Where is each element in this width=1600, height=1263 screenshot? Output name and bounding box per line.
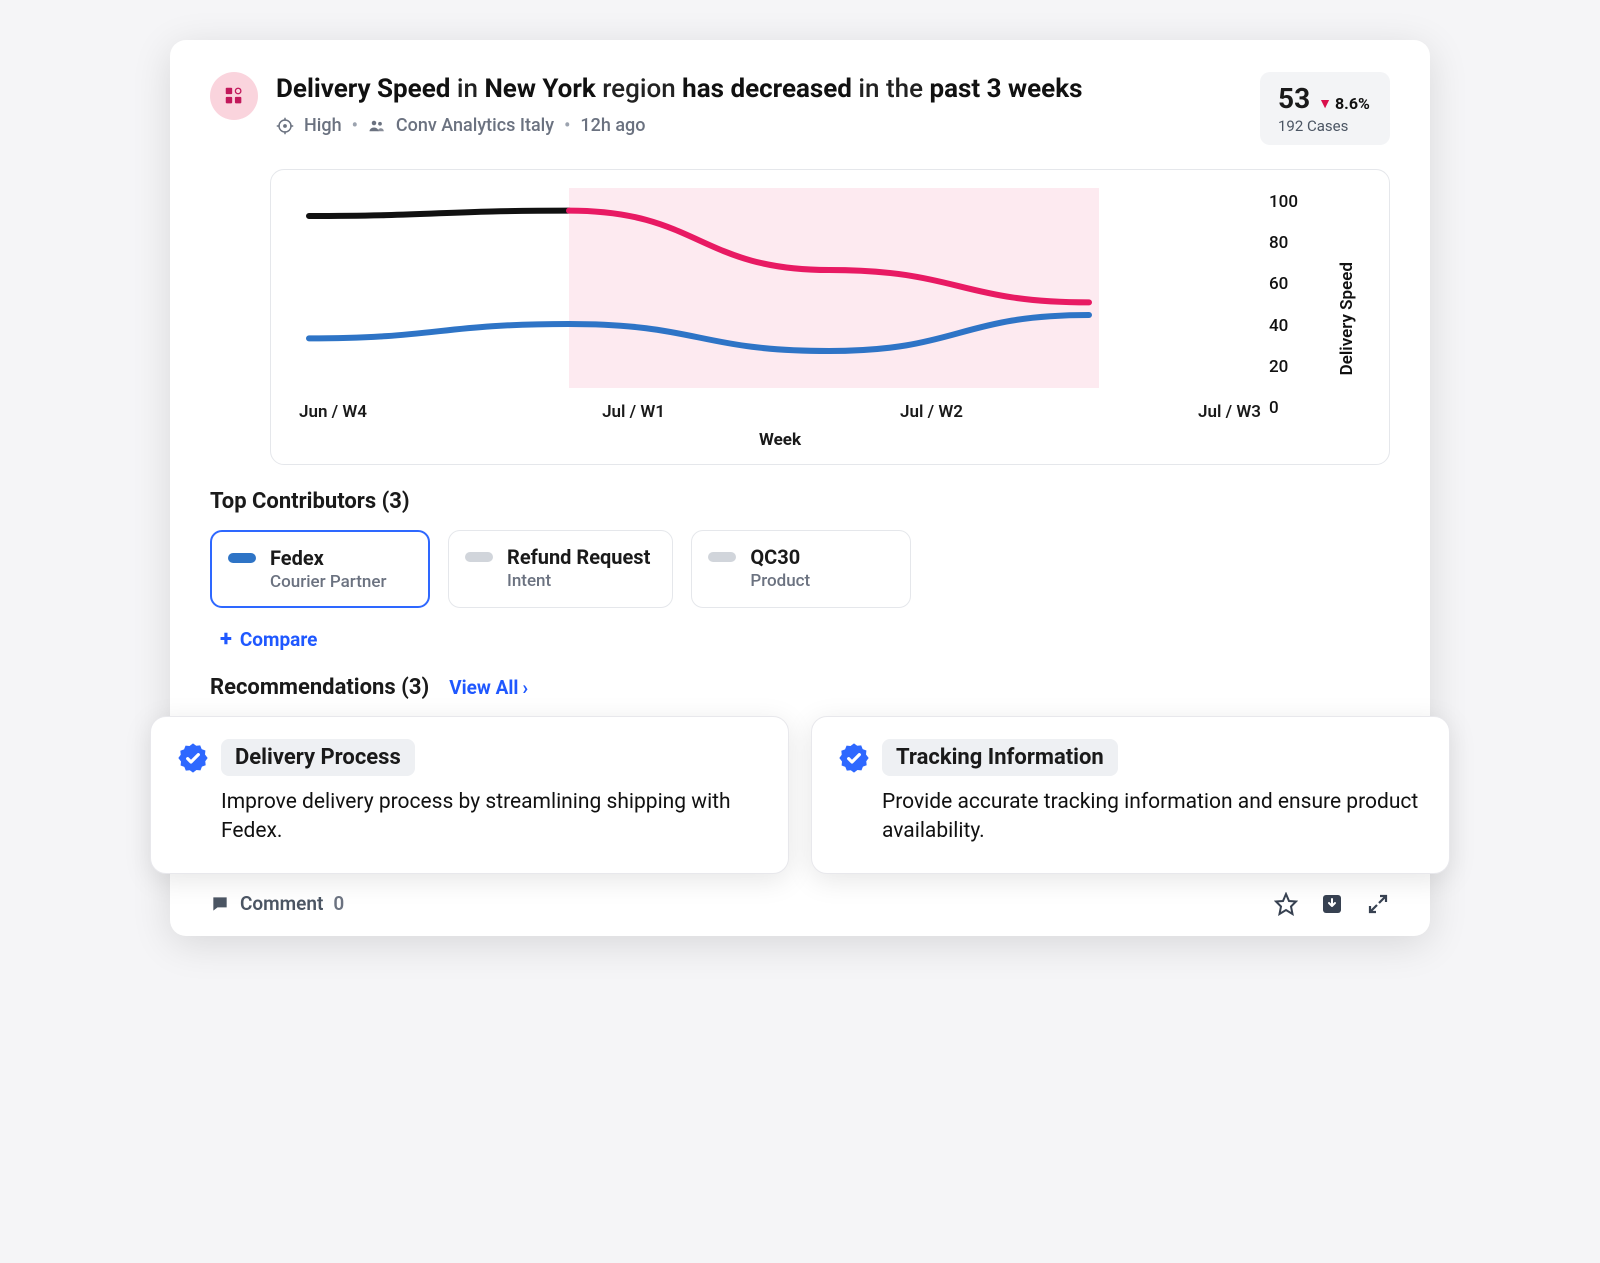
title-block: Delivery Speed in New York region has de…	[276, 72, 1242, 136]
contributor-sub: Product	[750, 571, 810, 591]
compare-button[interactable]: + Compare	[220, 628, 317, 651]
verified-badge-icon	[177, 742, 209, 774]
y-ticks: 100806040200	[1269, 188, 1325, 450]
recommendation-card[interactable]: Tracking Information Provide accurate tr…	[811, 716, 1450, 874]
meta-line: High • Conv Analytics Italy • 12h ago	[276, 115, 1242, 136]
expand-icon[interactable]	[1366, 892, 1390, 916]
team-label: Conv Analytics Italy	[396, 115, 554, 136]
chevron-right-icon: ›	[522, 676, 528, 699]
separator-dot: •	[352, 115, 358, 136]
y-axis-label: Delivery Speed	[1333, 262, 1361, 375]
insight-title: Delivery Speed in New York region has de…	[276, 72, 1242, 107]
verified-badge-icon	[838, 742, 870, 774]
x-ticks: Jun / W4Jul / W1Jul / W2Jul / W3	[299, 402, 1261, 422]
recommendation-body: Improve delivery process by streamlining…	[177, 788, 762, 847]
view-all-link[interactable]: View All ›	[449, 676, 528, 699]
score-delta: ▼ 8.6%	[1318, 94, 1370, 113]
series-color-pill	[708, 552, 736, 562]
star-icon[interactable]	[1274, 892, 1298, 916]
target-icon	[276, 117, 294, 135]
contributor-sub: Courier Partner	[270, 572, 386, 592]
team-icon	[368, 117, 386, 135]
priority-label: High	[304, 115, 342, 136]
contributor-name: Refund Request	[507, 545, 650, 569]
contributors-title: Top Contributors (3)	[210, 489, 1390, 514]
score-box: 53 ▼ 8.6% 192 Cases	[1260, 72, 1390, 145]
comment-button[interactable]: Comment 0	[210, 892, 344, 915]
plus-icon: +	[220, 629, 232, 651]
chart-container: Jun / W4Jul / W1Jul / W2Jul / W3 Week 10…	[270, 169, 1390, 465]
contributor-card[interactable]: QC30 Product	[691, 530, 911, 608]
score-value: 53	[1278, 82, 1310, 115]
footer-row: Comment 0	[210, 892, 1390, 916]
x-axis-label: Week	[299, 430, 1261, 450]
series-color-pill	[465, 552, 493, 562]
recommendations-row: Delivery Process Improve delivery proces…	[150, 716, 1450, 874]
recommendation-title: Delivery Process	[221, 739, 415, 776]
down-triangle-icon: ▼	[1318, 95, 1332, 112]
insight-type-icon	[210, 72, 258, 120]
line-chart	[299, 188, 1099, 388]
contributor-card[interactable]: Fedex Courier Partner	[210, 530, 430, 608]
insight-card: Delivery Speed in New York region has de…	[170, 40, 1430, 936]
recommendation-body: Provide accurate tracking information an…	[838, 788, 1423, 847]
contributor-sub: Intent	[507, 571, 650, 591]
series-color-pill	[228, 553, 256, 563]
contributor-name: Fedex	[270, 546, 386, 570]
contributor-name: QC30	[750, 545, 810, 569]
age-label: 12h ago	[580, 115, 645, 136]
separator-dot: •	[564, 115, 570, 136]
header-row: Delivery Speed in New York region has de…	[210, 72, 1390, 145]
download-icon[interactable]	[1320, 892, 1344, 916]
recommendation-card[interactable]: Delivery Process Improve delivery proces…	[150, 716, 789, 874]
recommendations-title: Recommendations (3)	[210, 675, 429, 700]
contributors-row: Fedex Courier Partner Refund Request Int…	[210, 530, 1390, 608]
contributor-card[interactable]: Refund Request Intent	[448, 530, 673, 608]
recommendation-title: Tracking Information	[882, 739, 1118, 776]
score-cases: 192 Cases	[1278, 117, 1372, 135]
comment-icon	[210, 894, 230, 914]
